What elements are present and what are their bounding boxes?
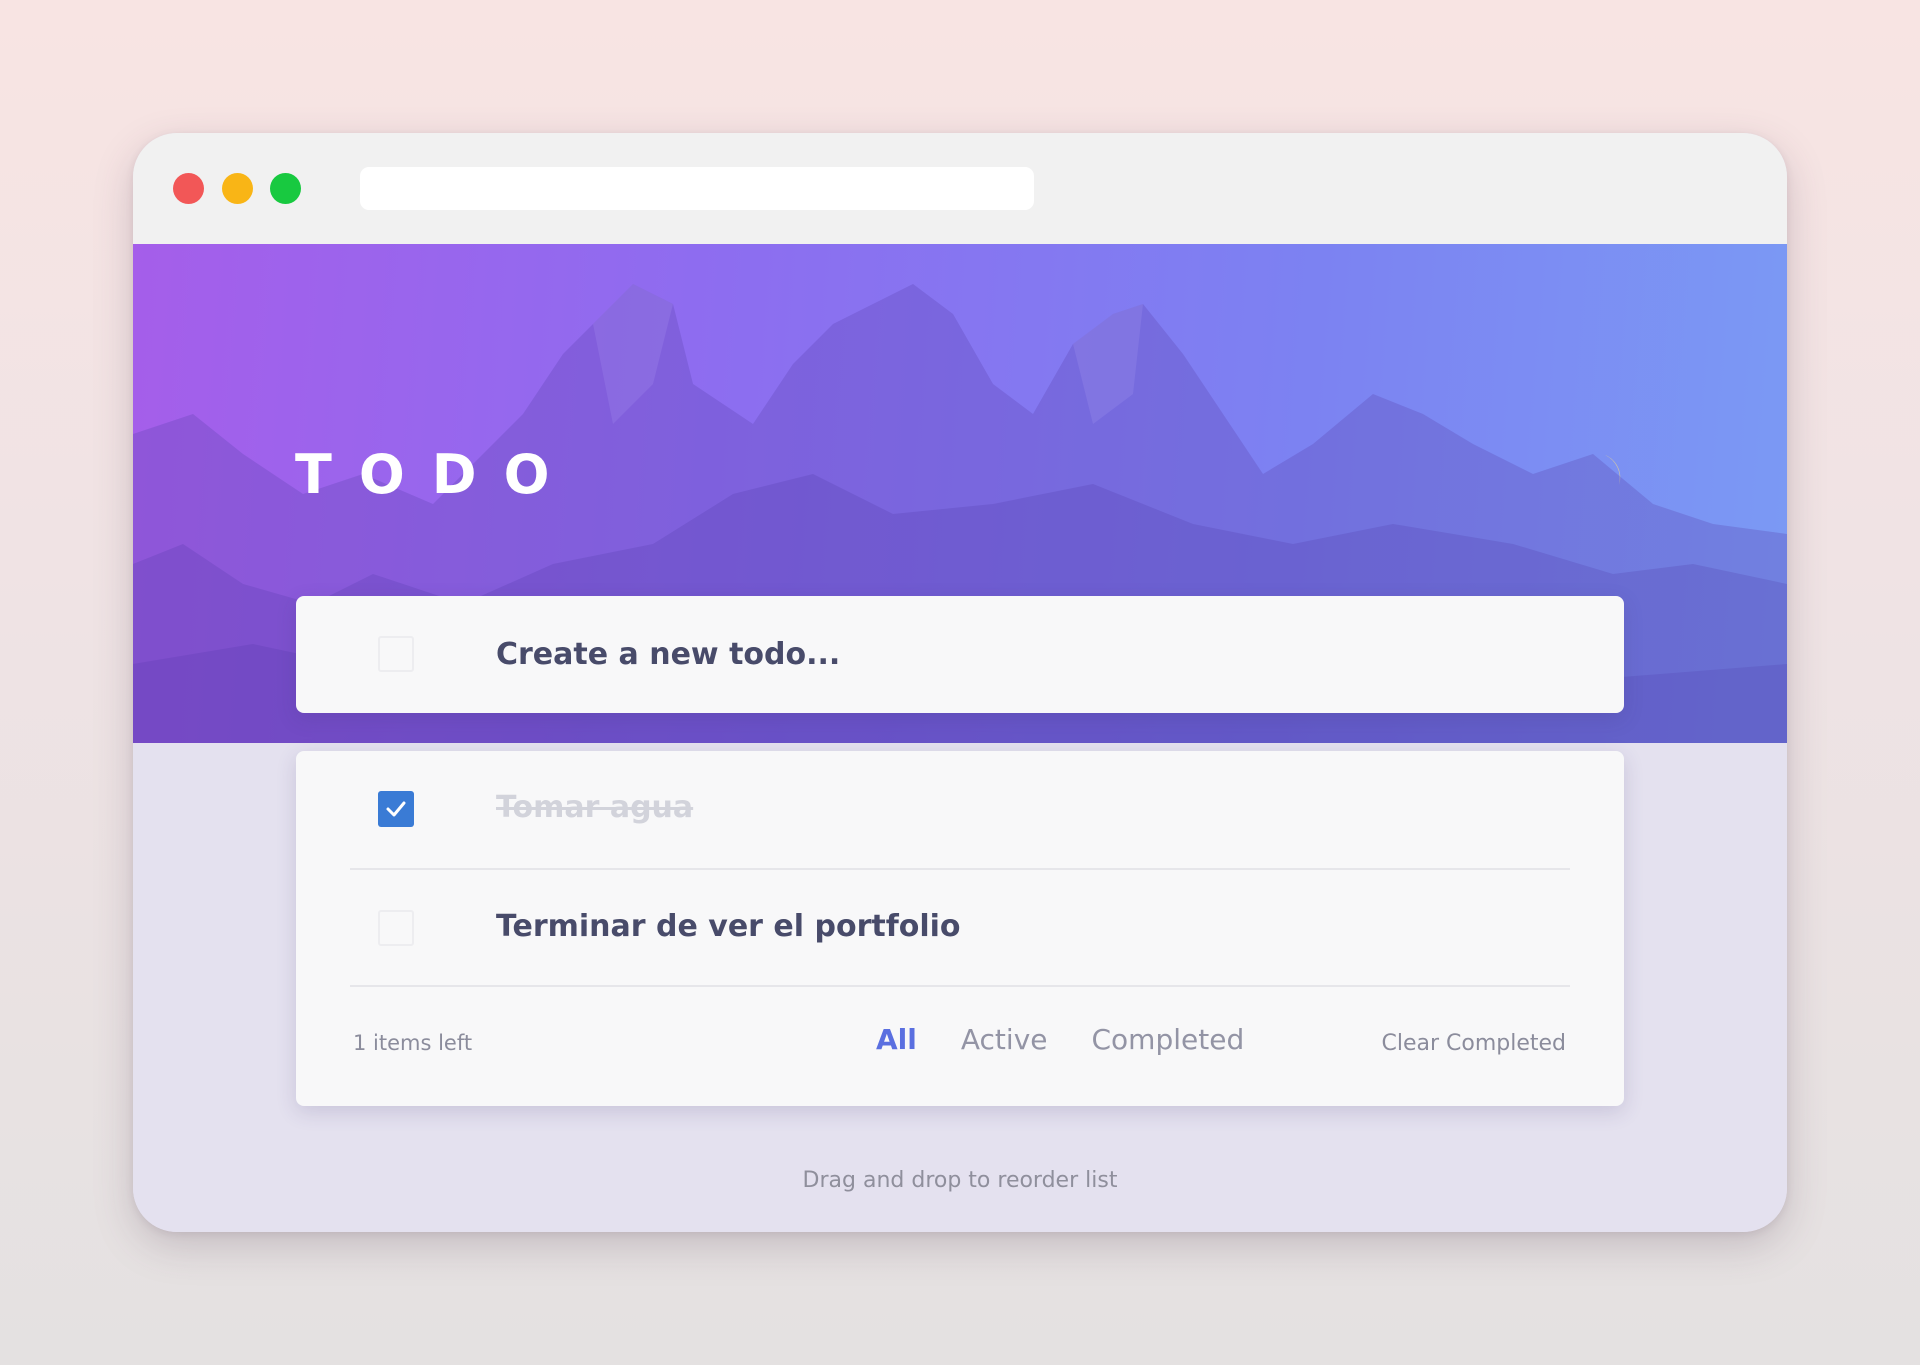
clear-completed-button[interactable]: Clear Completed xyxy=(1381,1031,1566,1056)
todo-text: Terminar de ver el portfolio xyxy=(496,909,961,944)
new-todo-card xyxy=(296,596,1624,713)
todo-footer: 1 items left All Active Completed Clear … xyxy=(296,987,1624,1106)
filter-all[interactable]: All xyxy=(876,1023,917,1056)
maximize-window-button[interactable] xyxy=(270,173,301,204)
new-todo-input[interactable] xyxy=(496,626,1576,682)
filter-tabs: All Active Completed xyxy=(876,1023,1244,1056)
browser-window: TODO Tomar agua Terminar de ver el portf… xyxy=(133,133,1787,1232)
app-title: TODO xyxy=(295,443,577,506)
browser-titlebar xyxy=(133,133,1787,244)
todo-checkbox-checked[interactable] xyxy=(378,791,414,827)
todo-item-completed[interactable]: Tomar agua xyxy=(296,751,1624,868)
todo-checkbox[interactable] xyxy=(378,910,414,946)
minimize-window-button[interactable] xyxy=(222,173,253,204)
drag-hint: Drag and drop to reorder list xyxy=(802,1168,1118,1193)
todo-item-active[interactable]: Terminar de ver el portfolio xyxy=(296,870,1624,987)
filter-completed[interactable]: Completed xyxy=(1092,1023,1245,1056)
address-bar[interactable] xyxy=(360,167,1034,210)
items-left-count: 1 items left xyxy=(353,1031,473,1055)
todo-text: Tomar agua xyxy=(496,790,694,825)
new-todo-checkbox[interactable] xyxy=(378,636,414,672)
todo-list: Tomar agua Terminar de ver el portfolio … xyxy=(296,751,1624,1106)
theme-toggle-button[interactable] xyxy=(1563,445,1633,515)
checkmark-icon xyxy=(386,801,406,817)
filter-active[interactable]: Active xyxy=(961,1023,1048,1056)
close-window-button[interactable] xyxy=(173,173,204,204)
moon-icon xyxy=(1573,455,1621,503)
